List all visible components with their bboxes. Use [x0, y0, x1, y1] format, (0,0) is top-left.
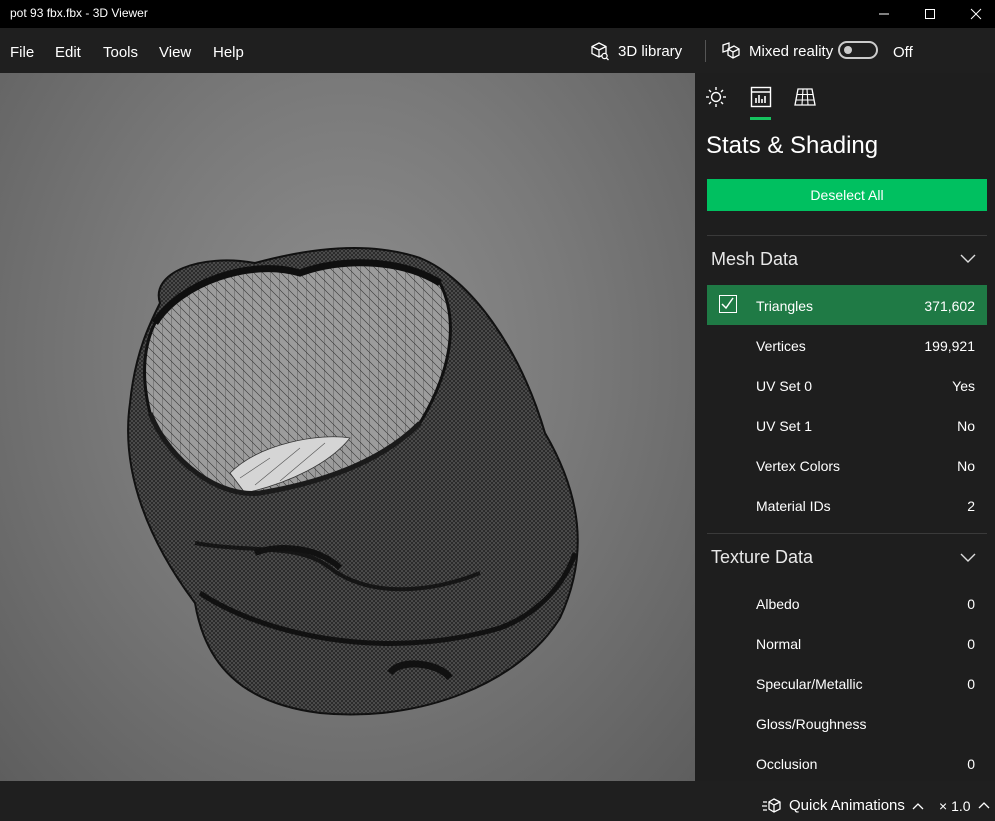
mixed-reality-button[interactable]: Mixed reality — [721, 41, 833, 61]
checkmark-icon — [721, 297, 734, 310]
mesh-row-material-ids[interactable]: Material IDs 2 — [707, 485, 987, 525]
3d-library-label: 3D library — [618, 42, 683, 60]
texture-row-normal[interactable]: Normal 0 — [707, 623, 987, 663]
toggle-knob — [844, 46, 852, 54]
maximize-button[interactable] — [907, 0, 953, 28]
row-label: Vertices — [756, 338, 806, 354]
cube-search-icon — [591, 42, 609, 61]
wireframe-pot-model — [127, 247, 579, 716]
row-label: Specular/Metallic — [756, 676, 863, 692]
row-value: No — [957, 458, 975, 474]
row-label: Normal — [756, 636, 802, 652]
texture-data-heading[interactable]: Texture Data — [711, 547, 813, 568]
row-value: 199,921 — [924, 338, 975, 354]
toggle-state-label: Off — [893, 44, 913, 61]
texture-row-albedo[interactable]: Albedo 0 — [707, 583, 987, 623]
mixed-reality-icon — [722, 42, 740, 59]
animation-speed[interactable]: × 1.0 — [939, 798, 971, 814]
section-divider — [707, 235, 987, 236]
3d-library-button[interactable]: 3D library — [590, 41, 682, 61]
mixed-reality-toggle[interactable] — [838, 41, 878, 59]
minimize-icon — [879, 13, 889, 15]
deselect-all-button[interactable]: Deselect All — [707, 179, 987, 211]
row-label: Triangles — [756, 298, 814, 314]
sun-icon[interactable] — [705, 86, 727, 108]
chevron-up-icon — [912, 802, 924, 809]
quick-animations-button[interactable]: Quick Animations — [762, 797, 924, 814]
menu-file[interactable]: File — [10, 44, 34, 61]
row-value: 0 — [967, 636, 975, 652]
row-label: Albedo — [756, 596, 800, 612]
row-value: 0 — [967, 596, 975, 612]
close-button[interactable] — [953, 0, 995, 28]
mixed-reality-label: Mixed reality — [749, 42, 834, 60]
quick-animations-label: Quick Animations — [789, 797, 905, 814]
maximize-icon — [925, 9, 935, 19]
active-tab-indicator — [750, 117, 771, 120]
mesh-row-uv-set-0[interactable]: UV Set 0 Yes — [707, 365, 987, 405]
mesh-data-heading[interactable]: Mesh Data — [711, 249, 798, 270]
section-divider — [707, 533, 987, 534]
row-value: 0 — [967, 756, 975, 772]
3d-viewport[interactable] — [0, 73, 695, 781]
texture-row-specular-metallic[interactable]: Specular/Metallic 0 — [707, 663, 987, 703]
row-value: No — [957, 418, 975, 434]
animation-cube-icon — [762, 797, 781, 813]
row-label: Occlusion — [756, 756, 818, 772]
chevron-up-icon[interactable] — [978, 801, 990, 809]
texture-row-occlusion[interactable]: Occlusion 0 — [707, 743, 987, 781]
row-label: Gloss/Roughness — [756, 716, 867, 732]
row-value: Yes — [952, 378, 975, 394]
triangles-checkbox[interactable] — [719, 295, 737, 313]
mesh-row-uv-set-1[interactable]: UV Set 1 No — [707, 405, 987, 445]
row-value: 371,602 — [924, 298, 975, 314]
menu-help[interactable]: Help — [213, 44, 244, 61]
menu-separator — [705, 40, 706, 62]
title-bar: pot 93 fbx.fbx - 3D Viewer — [0, 0, 995, 28]
texture-row-gloss-roughness[interactable]: Gloss/Roughness — [707, 703, 987, 743]
chevron-down-icon[interactable] — [960, 553, 976, 563]
mesh-row-vertices[interactable]: Vertices 199,921 — [707, 325, 987, 365]
window-title: pot 93 fbx.fbx - 3D Viewer — [10, 6, 148, 20]
row-label: UV Set 1 — [756, 418, 813, 434]
close-icon — [970, 8, 982, 20]
chevron-down-icon[interactable] — [960, 254, 976, 264]
row-label: Material IDs — [756, 498, 831, 514]
row-value: 0 — [967, 676, 975, 692]
menu-view[interactable]: View — [159, 44, 191, 61]
grid-icon[interactable] — [794, 86, 816, 108]
mesh-row-vertex-colors[interactable]: Vertex Colors No — [707, 445, 987, 485]
menu-tools[interactable]: Tools — [103, 44, 138, 61]
mesh-row-triangles[interactable]: Triangles 371,602 — [707, 285, 987, 325]
row-label: UV Set 0 — [756, 378, 813, 394]
stats-icon[interactable] — [750, 86, 772, 108]
minimize-button[interactable] — [861, 0, 907, 28]
row-value: 2 — [967, 498, 975, 514]
row-label: Vertex Colors — [756, 458, 841, 474]
panel-title: Stats & Shading — [706, 132, 879, 159]
menu-edit[interactable]: Edit — [55, 44, 81, 61]
